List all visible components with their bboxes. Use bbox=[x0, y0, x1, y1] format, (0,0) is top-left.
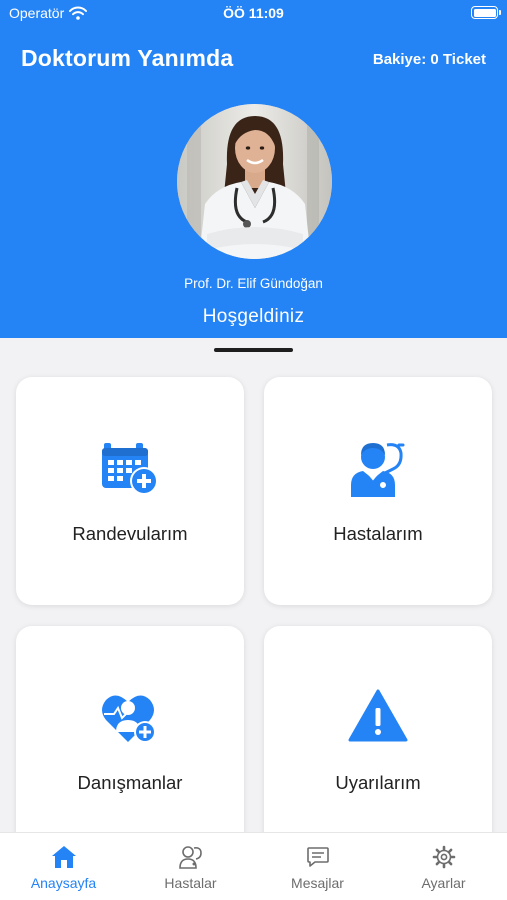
header: Operatör ÖÖ 11:09 Doktorum Yanımda Bakiy… bbox=[0, 0, 507, 338]
tab-label: Anaysayfa bbox=[30, 875, 97, 891]
status-time: ÖÖ 11:09 bbox=[223, 5, 284, 21]
doctor-photo bbox=[177, 104, 332, 259]
doctor-avatar[interactable] bbox=[177, 104, 332, 259]
welcome-text: Hoşgeldiniz bbox=[202, 306, 305, 327]
patients-icon bbox=[178, 846, 202, 869]
card-label: Uyarılarım bbox=[335, 772, 421, 793]
tab-label: Ayarlar bbox=[421, 875, 466, 891]
home-icon bbox=[51, 846, 76, 868]
card-patients[interactable]: Hastalarım bbox=[264, 377, 492, 605]
doctor-stethoscope-icon bbox=[351, 443, 405, 497]
card-consultants[interactable]: Danışmanlar bbox=[16, 626, 244, 854]
card-appointments[interactable]: Randevularım bbox=[16, 377, 244, 605]
tab-messages[interactable]: Mesajlar bbox=[254, 833, 381, 900]
card-label: Hastalarım bbox=[333, 523, 423, 544]
battery-icon bbox=[471, 6, 501, 19]
card-label: Randevularım bbox=[72, 523, 188, 544]
heart-doctor-plus-icon bbox=[102, 695, 156, 743]
status-bar: Operatör ÖÖ 11:09 bbox=[0, 0, 507, 28]
tab-settings[interactable]: Ayarlar bbox=[380, 833, 507, 900]
message-icon bbox=[306, 847, 329, 867]
warning-triangle-icon bbox=[348, 689, 408, 742]
tab-patients[interactable]: Hastalar bbox=[127, 833, 254, 900]
gear-icon bbox=[432, 845, 455, 869]
doctor-name: Prof. Dr. Elif Gündoğan bbox=[184, 276, 323, 291]
tab-label: Hastalar bbox=[164, 875, 217, 891]
tab-bar: Anaysayfa Hastalar Mesajlar Ayarlar bbox=[0, 832, 507, 900]
tab-home[interactable]: Anaysayfa bbox=[0, 833, 127, 900]
card-alerts[interactable]: Uyarılarım bbox=[264, 626, 492, 854]
tab-label: Mesajlar bbox=[291, 875, 344, 891]
card-label: Danışmanlar bbox=[77, 772, 183, 793]
drag-handle[interactable] bbox=[214, 348, 293, 352]
balance-label[interactable]: Bakiye: 0 Ticket bbox=[373, 51, 486, 68]
app-title: Doktorum Yanımda bbox=[21, 45, 234, 71]
calendar-plus-icon bbox=[102, 443, 158, 495]
